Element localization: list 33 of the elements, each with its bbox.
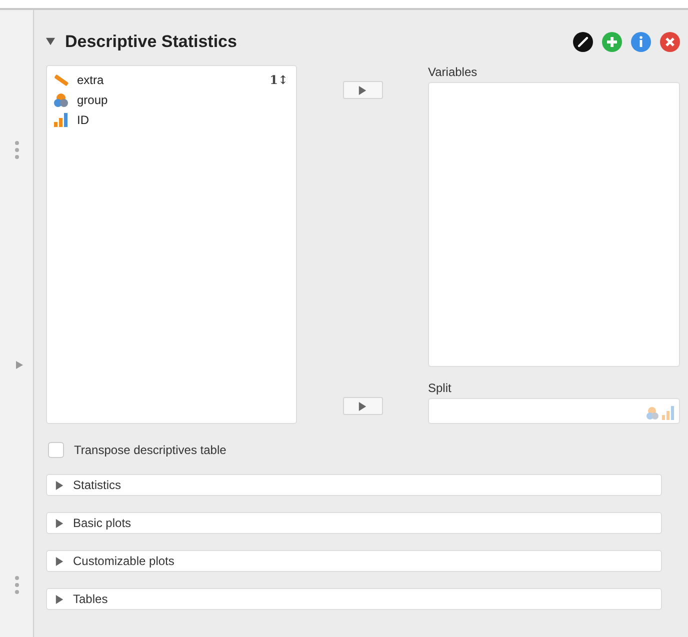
section-header[interactable]: Tables	[46, 588, 662, 610]
add-icon[interactable]	[602, 32, 622, 52]
arrow-icon	[358, 86, 367, 94]
arrow-icon	[358, 402, 367, 410]
venn-icon	[53, 93, 69, 107]
variable-types-icon	[645, 406, 675, 420]
checkbox-label: Transpose descriptives table	[74, 443, 226, 457]
variable-item[interactable]: extra	[77, 73, 104, 87]
drag-handle-icon[interactable]	[14, 140, 20, 160]
variable-item[interactable]: group	[77, 93, 108, 107]
expand-icon[interactable]	[16, 361, 23, 369]
move-button[interactable]	[342, 81, 382, 99]
variable-item[interactable]: ID	[77, 113, 89, 127]
analysis-title: Descriptive Statistics	[65, 32, 237, 52]
sort-button[interactable]: 1↕	[270, 73, 288, 87]
expand-icon	[55, 518, 64, 528]
expand-icon	[55, 480, 64, 490]
expand-icon	[55, 594, 64, 604]
section-header[interactable]: Statistics	[46, 474, 662, 496]
bar-chart-icon	[53, 113, 69, 127]
edit-icon[interactable]	[573, 32, 593, 52]
expand-icon	[55, 556, 64, 566]
close-icon[interactable]	[660, 32, 680, 52]
section-header[interactable]: Basic plots	[46, 512, 662, 534]
list-label: Variables	[428, 65, 478, 79]
move-button[interactable]	[342, 397, 382, 415]
collapse-icon	[46, 37, 55, 46]
drag-handle-icon[interactable]	[14, 575, 20, 595]
target-list[interactable]	[428, 398, 680, 424]
section-header[interactable]: Customizable plots	[46, 550, 662, 572]
checkbox[interactable]	[48, 442, 64, 458]
info-icon[interactable]	[631, 32, 651, 52]
list-label: Split	[428, 381, 452, 395]
